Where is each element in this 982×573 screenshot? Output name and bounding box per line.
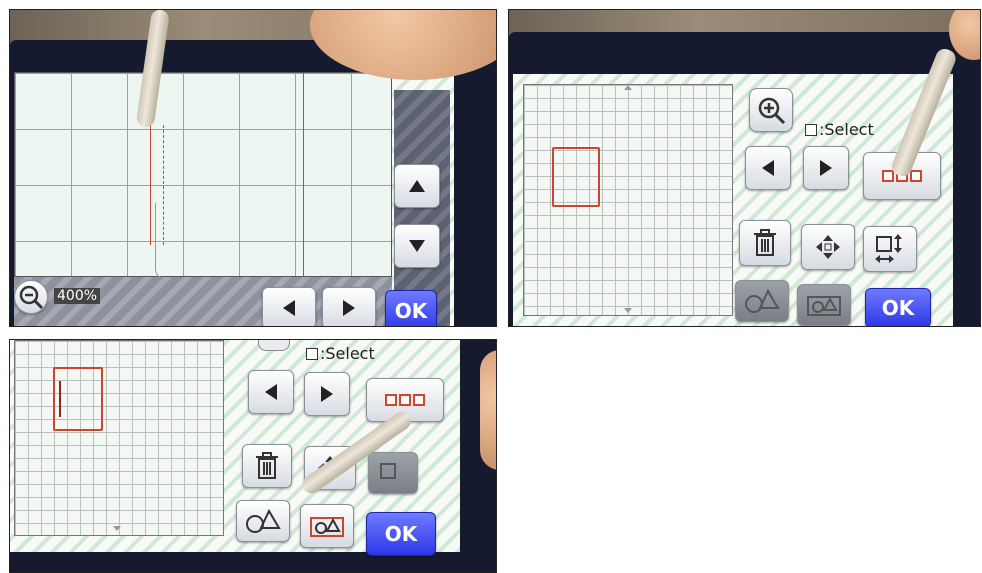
- shapes-button[interactable]: [735, 280, 789, 322]
- shapes-frame-button[interactable]: [300, 504, 354, 548]
- zoom-in-icon: [758, 97, 786, 125]
- selected-edge: [59, 381, 61, 417]
- arrow-left-icon: [762, 160, 774, 176]
- shapes-frame-button[interactable]: [797, 284, 851, 326]
- zoom-level-label: 400%: [54, 288, 101, 304]
- shapes-frame-icon: [310, 517, 344, 537]
- shapes-icon: [745, 288, 780, 313]
- select-checkbox-icon: [306, 348, 318, 360]
- select-checkbox-icon: [805, 124, 817, 136]
- panel-zoomed-view: 400% OK: [9, 9, 497, 327]
- move-icon: [816, 235, 840, 259]
- select-legend: :Select: [306, 344, 375, 363]
- resize-button[interactable]: [863, 226, 917, 272]
- select-label: :Select: [819, 120, 874, 139]
- finger: [480, 350, 496, 470]
- shape-outline: [155, 203, 304, 279]
- arrow-down-icon: [409, 240, 425, 252]
- touch-screen: :Select OK: [513, 74, 953, 326]
- arrow-left-icon: [265, 384, 277, 400]
- delete-button[interactable]: [739, 220, 791, 266]
- zoom-in-button-partial[interactable]: [258, 340, 290, 351]
- scroll-up-marker: [624, 85, 632, 90]
- move-button[interactable]: [801, 224, 855, 270]
- arrow-left-icon: [283, 300, 295, 316]
- trash-icon: [754, 229, 776, 256]
- cut-line: [150, 125, 151, 245]
- touch-screen: :Select OK: [10, 340, 460, 556]
- touch-screen: 400% OK: [14, 72, 454, 326]
- resize-icon: [875, 234, 902, 263]
- panel-edit-view: :Select OK: [508, 9, 981, 327]
- canvas-grid[interactable]: [14, 340, 224, 536]
- resize-button-disabled[interactable]: [368, 452, 418, 494]
- ok-button[interactable]: OK: [865, 288, 931, 326]
- select-legend: :Select: [805, 120, 874, 139]
- zoom-in-button[interactable]: [749, 88, 793, 132]
- panel-shape-select-view: :Select OK: [9, 339, 497, 573]
- arrow-right-icon: [820, 160, 832, 176]
- select-label: :Select: [320, 344, 375, 363]
- canvas-grid[interactable]: [523, 84, 733, 316]
- scroll-down-marker: [113, 526, 121, 531]
- zoom-out-icon: [19, 285, 44, 310]
- scroll-right-button[interactable]: [322, 287, 376, 326]
- next-button[interactable]: [304, 372, 350, 416]
- scroll-up-button[interactable]: [394, 164, 440, 208]
- shapes-icon: [246, 508, 281, 533]
- trash-icon: [256, 452, 278, 479]
- resize-icon: [380, 463, 396, 479]
- prev-button[interactable]: [248, 370, 294, 414]
- delete-button[interactable]: [242, 444, 292, 488]
- arrow-up-icon: [409, 180, 425, 192]
- prev-button[interactable]: [745, 146, 791, 190]
- canvas-grid[interactable]: [14, 72, 392, 279]
- select-all-icon: [385, 394, 425, 406]
- scroll-down-marker: [624, 308, 632, 313]
- zoom-out-button[interactable]: [14, 280, 48, 314]
- shapes-frame-icon: [807, 296, 841, 316]
- ok-button[interactable]: OK: [366, 512, 436, 556]
- arrow-right-icon: [343, 300, 355, 316]
- ok-button[interactable]: OK: [385, 290, 437, 326]
- scroll-left-button[interactable]: [262, 287, 316, 326]
- scroll-down-button[interactable]: [394, 224, 440, 268]
- selected-shape[interactable]: [552, 147, 600, 207]
- shapes-button[interactable]: [236, 500, 290, 542]
- arrow-right-icon: [321, 386, 333, 402]
- next-button[interactable]: [803, 146, 849, 190]
